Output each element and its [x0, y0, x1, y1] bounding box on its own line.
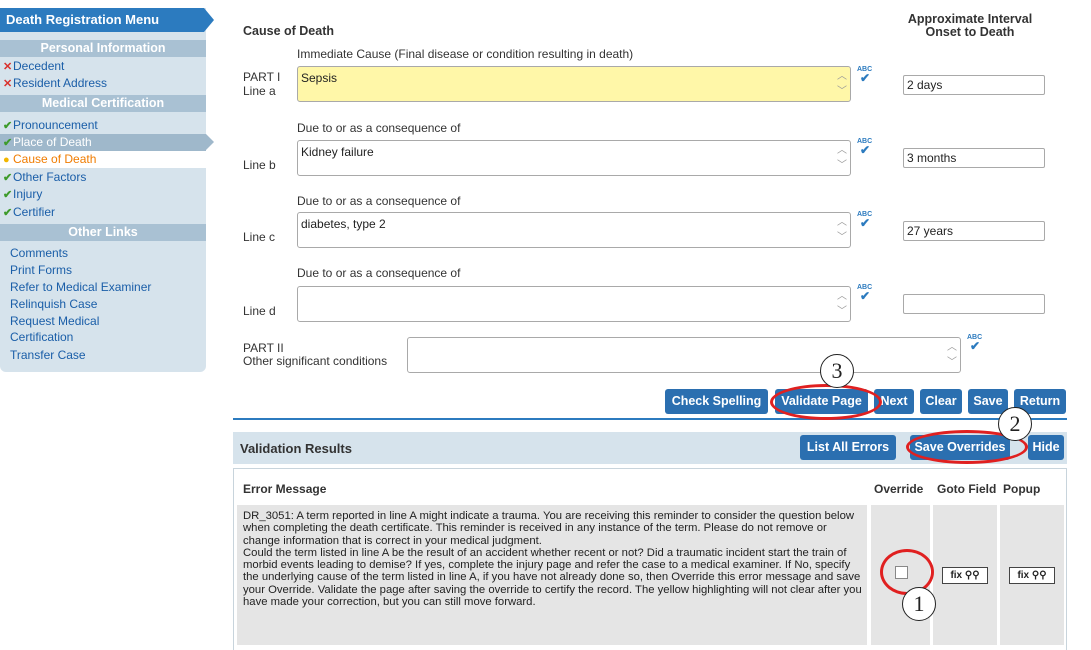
scroll-arrows-icon[interactable]: ︿ ﹀ — [836, 215, 848, 247]
binoculars-icon: ⚲⚲ — [1031, 570, 1047, 581]
sidebar-item-certifier[interactable]: ✔Certifier — [0, 204, 206, 221]
line-c-textarea[interactable]: diabetes, type 2 ︿ ﹀ — [297, 212, 851, 248]
col-override: Override — [874, 482, 924, 496]
annotation-number-2: 2 — [998, 407, 1032, 441]
annotation-number-1: 1 — [902, 587, 936, 621]
sidebar-item-other-factors[interactable]: ✔Other Factors — [0, 169, 206, 186]
link-comments[interactable]: Comments — [10, 245, 200, 261]
line-c-label: Line c — [243, 230, 276, 244]
line-b-textarea[interactable]: Kidney failure ︿ ﹀ — [297, 140, 851, 176]
spellcheck-icon[interactable]: ABC ✔ — [857, 138, 875, 157]
col-popup: Popup — [1003, 482, 1041, 496]
line-a-value: Sepsis — [301, 71, 338, 85]
checkmark-icon: ✔ — [3, 120, 13, 132]
link-transfer-case[interactable]: Transfer Case — [10, 347, 200, 363]
list-all-errors-button[interactable]: List All Errors — [800, 435, 896, 460]
spellcheck-icon[interactable]: ABC ✔ — [857, 66, 875, 85]
col-goto-field: Goto Field — [937, 482, 997, 496]
sidebar: Death Registration Menu Personal Informa… — [0, 8, 214, 372]
error-x-icon: ✕ — [3, 61, 13, 73]
line-d-textarea[interactable]: ︿ ﹀ — [297, 286, 851, 322]
interval-a-input[interactable]: 2 days — [903, 75, 1045, 95]
interval-c-input[interactable]: 27 years — [903, 221, 1045, 241]
hide-button[interactable]: Hide — [1028, 435, 1064, 460]
interval-d-input[interactable] — [903, 294, 1045, 314]
line-c-value: diabetes, type 2 — [301, 217, 386, 231]
current-dot-icon: ● — [3, 154, 10, 166]
section-medical-certification: Medical Certification — [0, 95, 206, 112]
scroll-arrows-icon[interactable]: ︿ ﹀ — [836, 69, 848, 101]
due-to-label-b: Due to or as a consequence of — [297, 121, 461, 135]
goto-field-fix-button[interactable]: fix ⚲⚲ — [942, 567, 988, 584]
scroll-arrows-icon[interactable]: ︿ ﹀ — [836, 289, 848, 321]
line-d-label: Line d — [243, 304, 276, 318]
error-message-text: DR_3051: A term reported in line A might… — [243, 510, 862, 609]
spellcheck-icon[interactable]: ABC ✔ — [857, 284, 875, 303]
line-a-label: PART I Line a — [243, 70, 281, 98]
save-button[interactable]: Save — [968, 389, 1008, 414]
sidebar-item-injury[interactable]: ✔Injury — [0, 186, 206, 203]
line-b-label: Line b — [243, 158, 276, 172]
due-to-label-c: Due to or as a consequence of — [297, 194, 461, 208]
checkmark-icon: ✔ — [3, 172, 13, 184]
scroll-arrows-icon[interactable]: ︿ ﹀ — [946, 340, 958, 372]
scroll-arrows-icon[interactable]: ︿ ﹀ — [836, 143, 848, 175]
checkmark-icon: ✔ — [3, 207, 13, 219]
interval-b-input[interactable]: 3 months — [903, 148, 1045, 168]
validation-title: Validation Results — [240, 441, 352, 456]
link-refer-to-medical-examiner[interactable]: Refer to Medical Examiner — [10, 279, 200, 295]
link-request-medical-certification[interactable]: Request Medical Certification — [10, 313, 140, 345]
popup-fix-button[interactable]: fix ⚲⚲ — [1009, 567, 1055, 584]
col-error-message: Error Message — [243, 482, 327, 496]
error-x-icon: ✕ — [3, 78, 13, 90]
sidebar-item-pronouncement[interactable]: ✔Pronouncement — [0, 117, 206, 134]
part-ii-label: PART II Other significant conditions — [243, 341, 388, 368]
sidebar-item-decedent[interactable]: ✕Decedent — [0, 58, 206, 75]
section-personal-information: Personal Information — [0, 40, 206, 57]
section-other-links: Other Links — [0, 224, 206, 241]
check-spelling-button[interactable]: Check Spelling — [665, 389, 768, 414]
sidebar-item-place-of-death[interactable]: ✔Place of Death — [0, 134, 214, 151]
due-to-label-d: Due to or as a consequence of — [297, 266, 461, 280]
checkmark-icon: ✔ — [3, 189, 13, 201]
clear-button[interactable]: Clear — [920, 389, 962, 414]
link-print-forms[interactable]: Print Forms — [10, 262, 200, 278]
interval-header: Approximate Interval Onset to Death — [907, 12, 1036, 39]
line-b-value: Kidney failure — [301, 145, 374, 159]
page-title: Cause of Death — [243, 24, 334, 38]
link-relinquish-case[interactable]: Relinquish Case — [10, 296, 200, 312]
part-ii-textarea[interactable]: ︿ ﹀ — [407, 337, 961, 373]
checkmark-icon: ✔ — [3, 137, 13, 149]
divider — [233, 418, 1067, 420]
annotation-number-3: 3 — [820, 354, 854, 388]
spellcheck-icon[interactable]: ABC ✔ — [857, 211, 875, 230]
sidebar-item-cause-of-death[interactable]: ● Cause of Death — [0, 151, 214, 168]
binoculars-icon: ⚲⚲ — [964, 570, 980, 581]
sidebar-title: Death Registration Menu — [0, 8, 214, 32]
immediate-cause-label: Immediate Cause (Final disease or condit… — [297, 47, 634, 61]
sidebar-item-resident-address[interactable]: ✕Resident Address — [0, 75, 206, 92]
spellcheck-icon[interactable]: ABC ✔ — [967, 334, 985, 353]
line-a-textarea[interactable]: Sepsis ︿ ﹀ — [297, 66, 851, 102]
annotation-ring-validate — [770, 384, 882, 420]
